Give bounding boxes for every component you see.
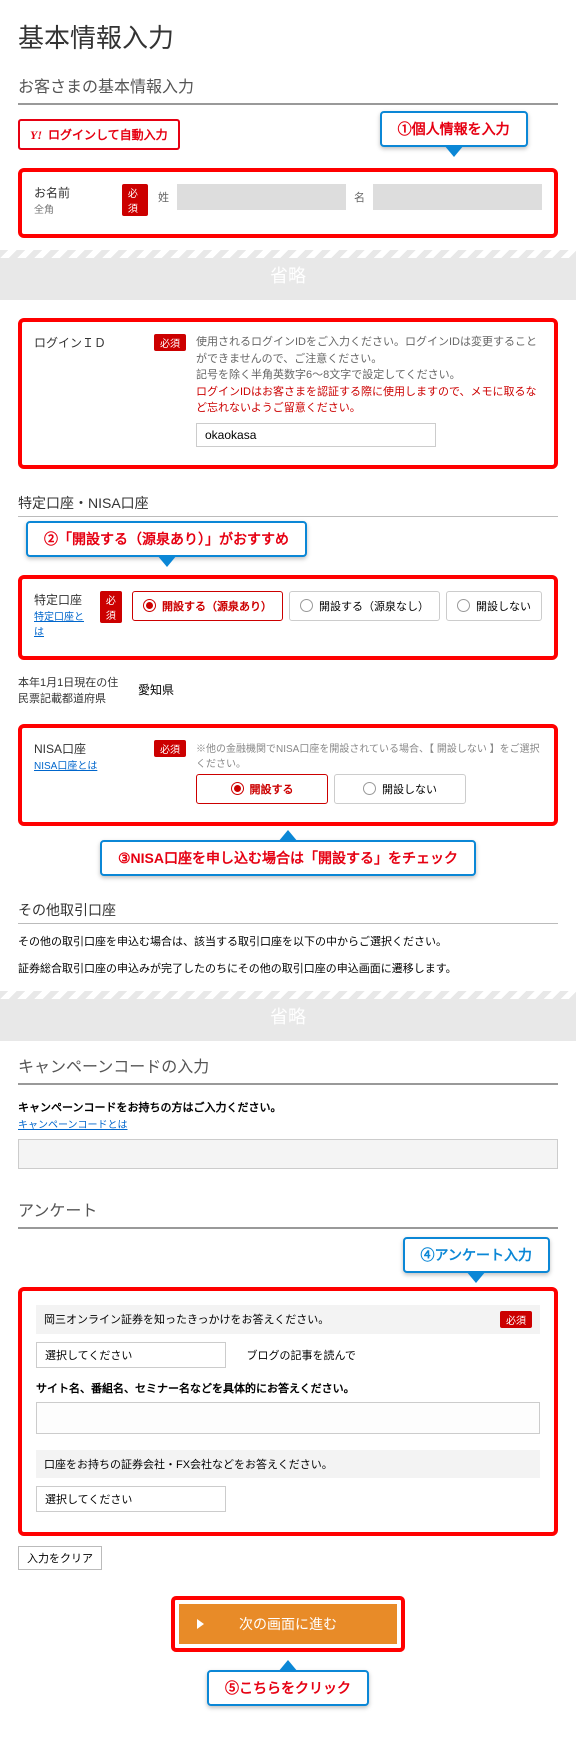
campaign-code-input[interactable] bbox=[18, 1139, 558, 1169]
required-badge: 必須 bbox=[500, 1311, 532, 1328]
nisa-link[interactable]: NISA口座とは bbox=[34, 761, 97, 772]
required-badge: 必須 bbox=[154, 740, 186, 757]
required-badge: 必須 bbox=[122, 184, 148, 216]
required-badge: 必須 bbox=[154, 334, 186, 351]
survey-q2: サイト名、番組名、セミナー名などを具体的にお答えください。 bbox=[36, 1380, 540, 1396]
nisa-note: ※他の金融機関でNISA口座を開設されている場合、【 開設しない 】をご選択くだ… bbox=[196, 740, 542, 770]
pref-value: 愛知県 bbox=[138, 681, 174, 698]
callout-1: ①個人情報を入力 bbox=[380, 111, 528, 147]
other-text-1: その他の取引口座を申込む場合は、該当する取引口座を以下の中からご選択ください。 bbox=[18, 934, 558, 952]
first-name-input[interactable] bbox=[373, 184, 542, 210]
callout-4: ④アンケート入力 bbox=[403, 1237, 550, 1273]
survey-q1-inline: ブログの記事を読んで bbox=[246, 1350, 355, 1362]
pref-label: 本年1月1日現在の住民票記載都道府県 bbox=[18, 674, 128, 706]
login-id-desc1: 使用されるログインIDをご入力ください。ログインIDは変更することができませんの… bbox=[196, 334, 542, 367]
tokutei-label: 特定口座 bbox=[34, 591, 90, 608]
nisa-highlight: NISA口座 NISA口座とは 必須 ※他の金融機関でNISA口座を開設されてい… bbox=[18, 724, 558, 826]
tokutei-option-none[interactable]: 開設しない bbox=[446, 591, 542, 621]
tokutei-highlight: 特定口座 特定口座とは 必須 開設する（源泉あり） 開設する（源泉なし） 開設し… bbox=[18, 575, 558, 660]
tokutei-option-gensen-nashi[interactable]: 開設する（源泉なし） bbox=[289, 591, 440, 621]
survey-q1: 岡三オンライン証券を知ったきっかけをお答えください。 bbox=[44, 1311, 329, 1327]
callout-5: ⑤こちらをクリック bbox=[207, 1670, 369, 1706]
yahoo-icon: Y! bbox=[30, 128, 42, 142]
survey-q3: 口座をお持ちの証券会社・FX会社などをお答えください。 bbox=[44, 1456, 333, 1472]
login-id-label: ログインＩＤ bbox=[34, 334, 144, 351]
tokutei-option-gensen-ari[interactable]: 開設する（源泉あり） bbox=[132, 591, 283, 621]
survey-q2-input[interactable] bbox=[36, 1402, 540, 1434]
other-text-2: 証券総合取引口座の申込みが完了したのちにその他の取引口座の申込画面に遷移します。 bbox=[18, 961, 558, 979]
basic-info-highlight: お名前 全角 必須 姓 名 bbox=[18, 168, 558, 238]
mei-label: 名 bbox=[354, 189, 365, 205]
nisa-label: NISA口座 bbox=[34, 740, 144, 757]
login-id-warning: ログインIDはお客さまを認証する際に使用しますので、メモに取るなど忘れないようご… bbox=[196, 384, 542, 417]
name-label: お名前 bbox=[34, 184, 112, 201]
section-tokutei-heading: 特定口座・NISA口座 bbox=[18, 493, 558, 517]
section-basic-heading: お客さまの基本情報入力 bbox=[18, 73, 558, 105]
callout-3: ③NISA口座を申し込む場合は「開設する」をチェック bbox=[100, 840, 476, 876]
survey-highlight: 岡三オンライン証券を知ったきっかけをお答えください。 必須 選択してください ブ… bbox=[18, 1287, 558, 1536]
omitted-section: 省略 bbox=[0, 250, 576, 300]
campaign-text: キャンペーンコードをお持ちの方はご入力ください。 bbox=[18, 1099, 558, 1115]
callout-2: ②「開設する（源泉あり）」がおすすめ bbox=[26, 521, 307, 557]
survey-q3-select[interactable]: 選択してください bbox=[36, 1486, 226, 1512]
section-campaign-heading: キャンペーンコードの入力 bbox=[18, 1053, 558, 1085]
login-id-highlight: ログインＩＤ 必須 使用されるログインIDをご入力ください。ログインIDは変更す… bbox=[18, 318, 558, 469]
section-survey-heading: アンケート bbox=[18, 1197, 558, 1229]
tokutei-link[interactable]: 特定口座とは bbox=[34, 612, 84, 638]
clear-button[interactable]: 入力をクリア bbox=[18, 1546, 102, 1570]
next-button-highlight: 次の画面に進む bbox=[171, 1596, 405, 1652]
nisa-option-none[interactable]: 開設しない bbox=[334, 774, 466, 804]
login-id-desc2: 記号を除く半角英数字6～8文字で設定してください。 bbox=[196, 367, 542, 384]
omitted-section-2: 省略 bbox=[0, 991, 576, 1041]
nisa-option-open[interactable]: 開設する bbox=[196, 774, 328, 804]
last-name-input[interactable] bbox=[177, 184, 346, 210]
section-other-heading: その他取引口座 bbox=[18, 900, 558, 924]
yahoo-login-button[interactable]: Y!ログインして自動入力 bbox=[18, 119, 180, 150]
required-badge: 必須 bbox=[100, 591, 122, 623]
login-id-input[interactable] bbox=[196, 423, 436, 447]
survey-q1-select[interactable]: 選択してください bbox=[36, 1342, 226, 1368]
name-sublabel: 全角 bbox=[34, 201, 112, 216]
sei-label: 姓 bbox=[158, 189, 169, 205]
page-title: 基本情報入力 bbox=[18, 18, 558, 55]
campaign-link[interactable]: キャンペーンコードとは bbox=[18, 1120, 128, 1131]
next-button[interactable]: 次の画面に進む bbox=[179, 1604, 397, 1644]
